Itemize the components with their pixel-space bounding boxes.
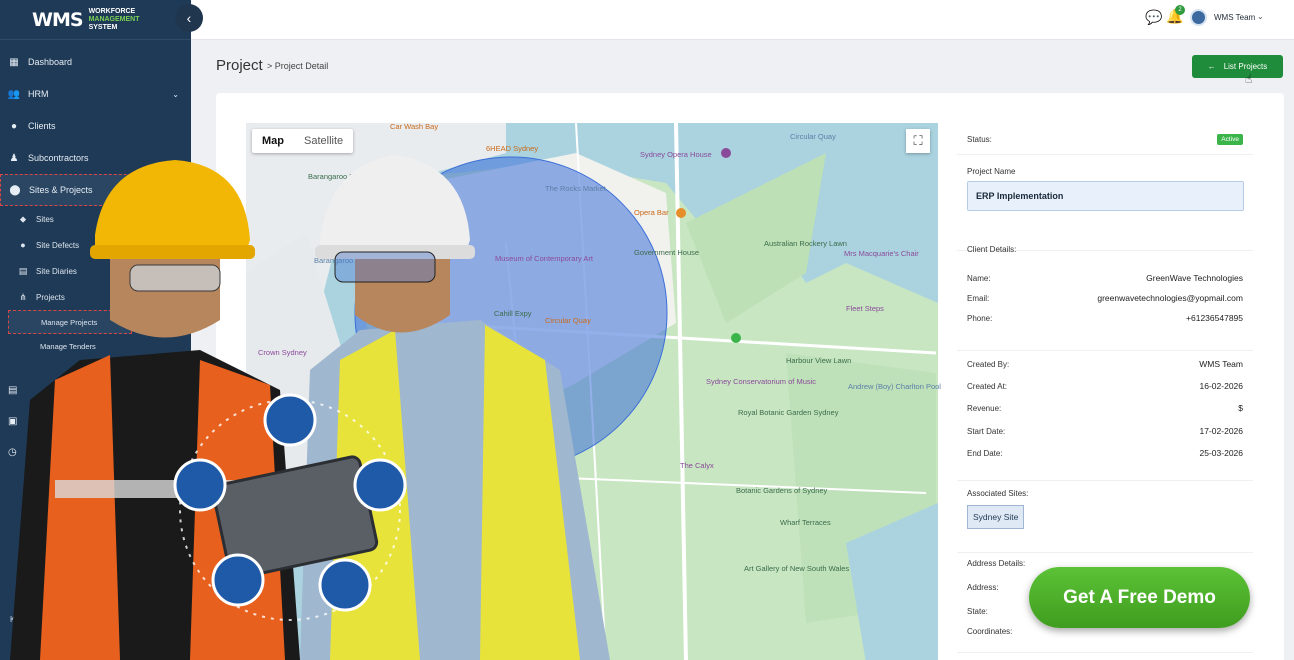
start-date-label: Start Date: (967, 426, 1006, 436)
get-free-demo-button[interactable]: Get A Free Demo (1029, 567, 1250, 628)
end-date-row: End Date: 25-03-2026 (967, 448, 1243, 458)
end-date-label: End Date: (967, 448, 1003, 458)
client-name-label: Name: (967, 273, 991, 283)
brand-text: WORKFORCE MANAGEMENT SYSTEM (89, 8, 140, 32)
avatar[interactable] (1190, 9, 1207, 26)
revenue-row: Revenue: $ (967, 403, 1243, 413)
created-at-row: Created At: 16-02-2026 (967, 381, 1243, 391)
project-name-section: Project Name ERP Implementation (957, 155, 1253, 251)
meta-section: Created By: WMS Team Created At: 16-02-2… (957, 351, 1253, 481)
client-phone-value: +61236547895 (1186, 313, 1243, 323)
created-by-value: WMS Team (1199, 359, 1243, 369)
page-title: Project (216, 57, 263, 74)
map-label: The Calyx (680, 461, 714, 470)
map-label: Art Gallery of New South Wales (744, 564, 850, 573)
site-chip[interactable]: Sydney Site (967, 505, 1025, 529)
address-details-header: Address Details: (967, 559, 1026, 568)
sidebar-collapse-button[interactable]: ‹ (175, 4, 203, 32)
person-icon: ● (10, 120, 18, 132)
client-email-row: Email: greenwavetechnologies@yopmail.com (967, 293, 1243, 303)
dashboard-icon: ▦ (9, 56, 19, 68)
client-email-value: greenwavetechnologies@yopmail.com (1097, 293, 1243, 303)
map-label: Wharf Terraces (780, 518, 831, 527)
project-name-field[interactable]: ERP Implementation (967, 181, 1244, 211)
map-label: Andrew (Boy) Charlton Pool (848, 382, 941, 391)
notification-badge: 2 (1175, 5, 1185, 15)
brand-line-2: MANAGEMENT (88, 15, 140, 23)
address-label: Address: (967, 583, 999, 592)
client-details-header: Client Details: (967, 245, 1017, 254)
sidebar-item-clients[interactable]: ● Clients (0, 110, 191, 142)
sidebar-item-dashboard[interactable]: ▦ Dashboard (0, 46, 191, 78)
map-label: Car Wash Bay (390, 122, 439, 131)
list-projects-button[interactable]: ← List Projects (1192, 55, 1283, 78)
state-label: State: (967, 607, 988, 616)
client-section: Client Details: Name: GreenWave Technolo… (957, 245, 1253, 351)
map-label: Sydney Conservatorium of Music (706, 377, 817, 386)
breadcrumb: > Project Detail (267, 61, 329, 71)
revenue-value: $ (1238, 403, 1243, 413)
users-icon: 👥 (7, 88, 21, 100)
created-at-value: 16-02-2026 (1199, 381, 1243, 391)
brand-logo: WMS (32, 8, 84, 31)
brand-line-3: SYSTEM (88, 23, 118, 31)
status-badge: Active (1217, 133, 1243, 145)
user-name[interactable]: WMS Team (1214, 13, 1255, 22)
created-by-row: Created By: WMS Team (967, 359, 1243, 369)
workers-photo (10, 155, 610, 660)
client-phone-label: Phone: (967, 313, 993, 323)
sidebar-item-label: HRM (28, 89, 49, 99)
end-date-value: 25-03-2026 (1199, 448, 1243, 458)
fullscreen-icon[interactable]: ⛶ (906, 129, 930, 153)
chat-icon[interactable]: 💬 (1145, 9, 1162, 26)
map-label: Royal Botanic Garden Sydney (738, 408, 839, 417)
client-email-label: Email: (967, 293, 990, 303)
map-label: Botanic Gardens of Sydney (736, 486, 828, 495)
client-name-row: Name: GreenWave Technologies (967, 273, 1243, 283)
client-name-value: GreenWave Technologies (1146, 273, 1243, 283)
associated-sites-header: Associated Sites: (967, 489, 1029, 498)
revenue-label: Revenue: (967, 403, 1002, 413)
map-label: Circular Quay (790, 132, 836, 141)
project-name-label: Project Name (967, 167, 1016, 176)
arrow-left-icon: ← (1207, 62, 1216, 71)
start-date-row: Start Date: 17-02-2026 (967, 426, 1243, 436)
chevron-down-icon[interactable]: ⌄ (1257, 12, 1264, 21)
map-label: Mrs Macquarie's Chair (844, 249, 919, 258)
sidebar-item-label: Dashboard (28, 57, 73, 67)
sites-section: Associated Sites: Sydney Site (957, 481, 1253, 553)
list-projects-label: List Projects (1223, 62, 1268, 71)
status-section: Status: Active (957, 123, 1253, 155)
brand-line-1: WORKFORCE (88, 7, 136, 15)
created-by-label: Created By: (967, 359, 1010, 369)
chevron-left-icon: ‹ (186, 10, 192, 26)
sidebar-item-hrm[interactable]: 👥 HRM ⌄ (0, 78, 191, 110)
map-label: Fleet Steps (846, 304, 884, 313)
map-label: Australian Rockery Lawn (764, 239, 847, 248)
sidebar-item-label: Clients (28, 121, 56, 131)
topbar: 💬 🔔 2 WMS Team ⌄ (191, 0, 1294, 40)
map-label: Sydney Opera House (640, 150, 712, 159)
map-label: Government House (634, 248, 700, 257)
start-date-value: 17-02-2026 (1199, 426, 1243, 436)
coordinates-label: Coordinates: (967, 627, 1013, 636)
cursor-icon: ☝ (1245, 72, 1253, 86)
status-label: Status: (967, 134, 992, 144)
map-label: Harbour View Lawn (786, 356, 852, 365)
created-at-label: Created At: (967, 381, 1008, 391)
brand[interactable]: WMS WORKFORCE MANAGEMENT SYSTEM (0, 0, 191, 40)
chevron-down-icon: ⌄ (172, 89, 179, 99)
app-root: WMS WORKFORCE MANAGEMENT SYSTEM ▦ Dashbo… (0, 0, 1294, 660)
client-phone-row: Phone: +61236547895 (967, 313, 1243, 323)
